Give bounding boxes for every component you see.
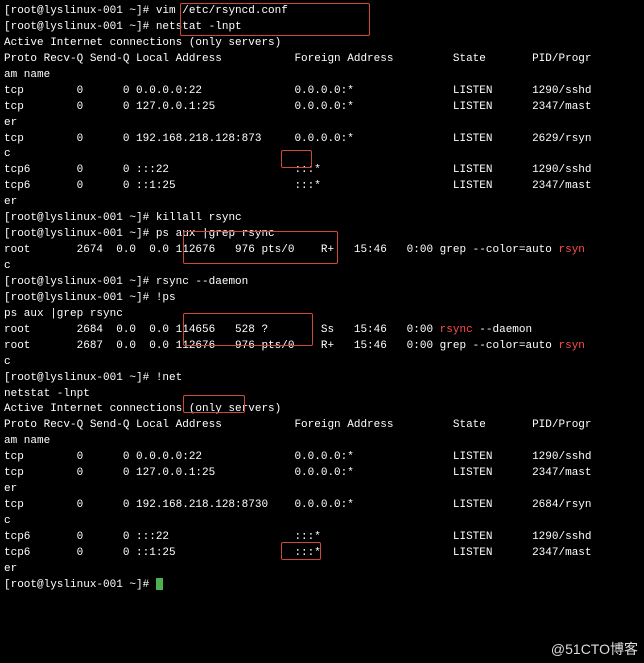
output-line: c <box>4 515 11 527</box>
ps-output-line: c <box>4 260 11 272</box>
output-line: Proto Recv-Q Send-Q Local Address Foreig… <box>4 419 592 431</box>
shell-prompt: [root@lyslinux-001 ~]# <box>4 21 156 33</box>
output-line: tcp 0 0 127.0.0.1:25 0.0.0.0:* LISTEN 23… <box>4 101 592 113</box>
output-line: tcp6 0 0 :::22 :::* LISTEN 1290/sshd <box>4 531 592 543</box>
output-line: tcp 0 0 127.0.0.1:25 0.0.0.0:* LISTEN 23… <box>4 467 592 479</box>
ps-output-line: root 2687 0.0 0.0 112676 976 pts/0 R+ 15… <box>4 340 585 352</box>
shell-prompt: [root@lyslinux-001 ~]# <box>4 372 156 384</box>
terminal-output: [root@lyslinux-001 ~]# vim /etc/rsyncd.c… <box>4 4 640 594</box>
command-text[interactable]: !ps <box>156 292 176 304</box>
output-line: ps aux |grep rsync <box>4 308 123 320</box>
highlight-rsync: rsyn <box>559 340 585 352</box>
command-text[interactable]: rsync --daemon <box>156 276 248 288</box>
ps-output-line: c <box>4 356 11 368</box>
highlight-rsync: rsync <box>440 324 473 336</box>
command-text[interactable]: netstat -lnpt <box>156 21 242 33</box>
shell-prompt: [root@lyslinux-001 ~]# <box>4 579 156 591</box>
command-text[interactable]: killall rsync <box>156 212 242 224</box>
command-text[interactable]: vim /etc/rsyncd.conf <box>156 5 288 17</box>
ps-output-line: root 2684 0.0 0.0 114656 528 ? Ss 15:46 … <box>4 324 532 336</box>
output-line: am name <box>4 69 50 81</box>
output-line: Active Internet connections (only server… <box>4 37 281 49</box>
shell-prompt: [root@lyslinux-001 ~]# <box>4 276 156 288</box>
output-line: tcp 0 0 0.0.0.0:22 0.0.0.0:* LISTEN 1290… <box>4 85 592 97</box>
output-line: tcp6 0 0 :::22 :::* LISTEN 1290/sshd <box>4 164 592 176</box>
output-line: er <box>4 196 17 208</box>
output-line: tcp 0 0 192.168.218.128:873 0.0.0.0:* LI… <box>4 133 592 145</box>
output-line: c <box>4 148 11 160</box>
shell-prompt: [root@lyslinux-001 ~]# <box>4 292 156 304</box>
command-text[interactable]: !net <box>156 372 182 384</box>
output-line: netstat -lnpt <box>4 388 90 400</box>
highlight-rsync: rsyn <box>559 244 585 256</box>
shell-prompt: [root@lyslinux-001 ~]# <box>4 212 156 224</box>
output-line: er <box>4 563 17 575</box>
output-line: tcp6 0 0 ::1:25 :::* LISTEN 2347/mast <box>4 547 592 559</box>
output-line: Active Internet connections (only server… <box>4 403 281 415</box>
cursor <box>156 578 163 590</box>
ps-output-line: root 2674 0.0 0.0 112676 976 pts/0 R+ 15… <box>4 244 585 256</box>
shell-prompt: [root@lyslinux-001 ~]# <box>4 228 156 240</box>
command-text[interactable]: ps aux |grep rsync <box>156 228 275 240</box>
output-line: tcp6 0 0 ::1:25 :::* LISTEN 2347/mast <box>4 180 592 192</box>
output-line: tcp 0 0 0.0.0.0:22 0.0.0.0:* LISTEN 1290… <box>4 451 592 463</box>
output-line: er <box>4 483 17 495</box>
shell-prompt: [root@lyslinux-001 ~]# <box>4 5 156 17</box>
output-line: Proto Recv-Q Send-Q Local Address Foreig… <box>4 53 592 65</box>
output-line: am name <box>4 435 50 447</box>
output-line: er <box>4 117 17 129</box>
watermark-text: @51CTO博客 <box>551 639 638 659</box>
output-line: tcp 0 0 192.168.218.128:8730 0.0.0.0:* L… <box>4 499 592 511</box>
